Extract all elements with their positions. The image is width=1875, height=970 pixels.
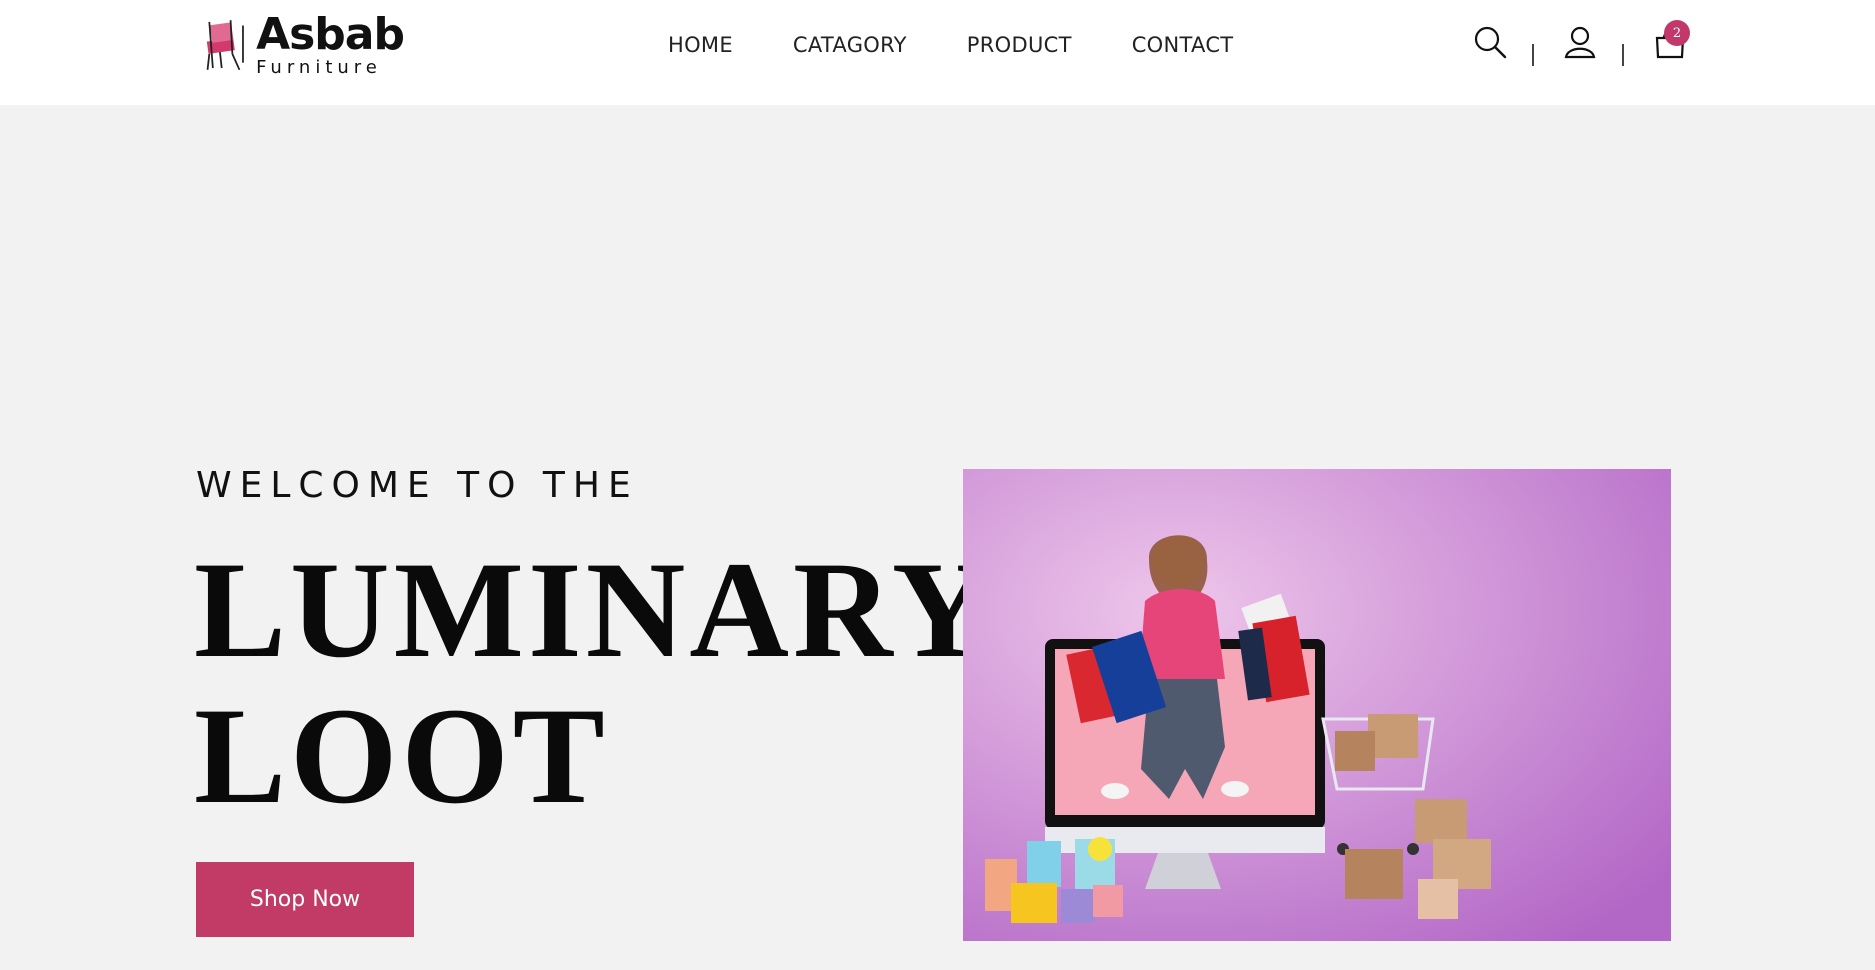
shop-now-button[interactable]: Shop Now <box>196 862 414 937</box>
logo-text: Asbab Furniture <box>256 9 405 78</box>
chair-logo-icon <box>206 20 244 71</box>
shopping-illustration <box>963 469 1671 941</box>
hero-section: WELCOME TO THE LUMINARY- LOOT Shop Now <box>0 105 1875 970</box>
nav-contact[interactable]: CONTACT <box>1132 30 1234 60</box>
nav-home[interactable]: HOME <box>668 30 733 60</box>
main-nav: HOME CATAGORY PRODUCT CONTACT <box>668 30 1233 60</box>
brand-logo[interactable]: Asbab Furniture <box>204 9 405 78</box>
hero-headline: LUMINARY- LOOT <box>194 537 1029 832</box>
cart-count-badge: 2 <box>1664 20 1690 46</box>
hero-eyebrow: WELCOME TO THE <box>196 465 639 506</box>
user-icon[interactable] <box>1562 24 1598 60</box>
header-divider <box>1532 44 1534 66</box>
hero-image <box>963 469 1671 941</box>
nav-category[interactable]: CATAGORY <box>793 30 907 60</box>
site-header: Asbab Furniture HOME CATAGORY PRODUCT CO… <box>0 0 1875 105</box>
headline-line-2: LOOT <box>194 679 609 832</box>
brand-tagline: Furniture <box>256 57 382 78</box>
search-icon[interactable] <box>1472 24 1508 60</box>
header-actions <box>1472 18 1692 78</box>
nav-product[interactable]: PRODUCT <box>967 30 1072 60</box>
headline-line-1: LUMINARY- <box>194 533 1033 686</box>
brand-name: Asbab <box>256 9 405 60</box>
header-divider <box>1622 44 1624 66</box>
